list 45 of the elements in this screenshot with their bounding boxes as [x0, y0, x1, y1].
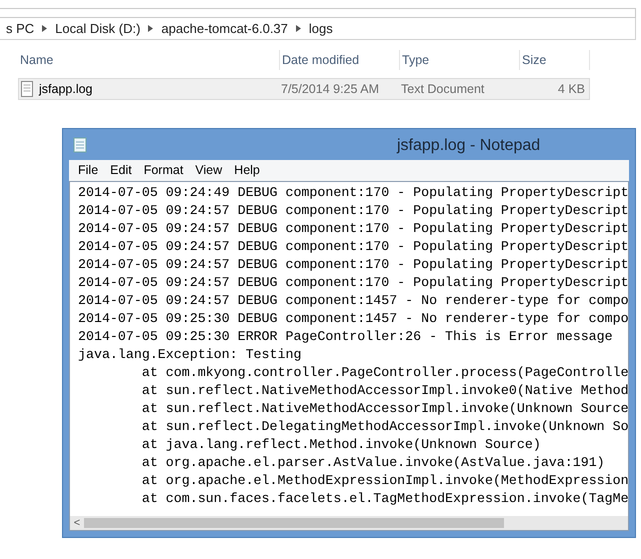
- log-line: 2014-07-05 09:24:57 DEBUG component:170 - Populating PropertyDescript: [78, 238, 628, 256]
- table-cell-text: Text Document: [401, 80, 486, 98]
- log-line: at com.mkyong.controller.PageController.process(PageControlle: [140, 364, 628, 382]
- log-line: at sun.reflect.NativeMethodAccessorImpl.invoke0(Native Method: [140, 382, 628, 400]
- file-name: jsfapp.log: [39, 80, 93, 98]
- log-line: java.lang.Exception: Testing: [78, 346, 302, 364]
- table-cell-text: 7/5/2014 9:25 AM: [281, 80, 380, 98]
- breadcrumb-item[interactable]: logs: [308, 18, 333, 38]
- log-line: at org.apache.el.MethodExpressionImpl.invoke(MethodExpression: [140, 472, 628, 490]
- column-header[interactable]: Name: [18, 50, 280, 70]
- log-line: 2014-07-05 09:24:57 DEBUG component:170 - Populating PropertyDescript: [78, 202, 628, 220]
- scrollbar-thumb[interactable]: [84, 518, 504, 528]
- breadcrumb-item[interactable]: Local Disk (D:): [55, 18, 140, 38]
- log-line: 2014-07-05 09:25:30 ERROR PageController:26 - This is Error message: [78, 328, 614, 346]
- menu-item[interactable]: Help: [229, 161, 265, 180]
- log-line: 2014-07-05 09:24:57 DEBUG component:1457 - No renderer-type for compo: [78, 292, 628, 310]
- scroll-left-button[interactable]: <: [70, 514, 84, 530]
- breadcrumb-item[interactable]: s PC: [6, 18, 34, 38]
- column-header[interactable]: Date modified: [280, 50, 400, 70]
- notepad-icon: [73, 137, 87, 153]
- menu-item[interactable]: Edit: [105, 161, 137, 180]
- log-line: 2014-07-05 09:24:49 DEBUG component:170 - Populating PropertyDescript: [78, 184, 628, 202]
- log-line: 2014-07-05 09:24:57 DEBUG component:170 - Populating PropertyDescript: [78, 220, 628, 238]
- log-line: at sun.reflect.DelegatingMethodAccessorImpl.invoke(Unknown So: [140, 418, 628, 436]
- chevron-icon: [42, 25, 48, 32]
- menu-item[interactable]: Format: [138, 161, 188, 180]
- log-line: at com.sun.faces.facelets.el.TagMethodExpression.invoke(TagMe: [140, 490, 628, 508]
- log-line: 2014-07-05 09:24:57 DEBUG component:170 - Populating PropertyDescript: [78, 274, 628, 292]
- window-title: jsfapp.log - Notepad: [397, 136, 540, 156]
- document-icon: [21, 81, 33, 97]
- log-line: at java.lang.reflect.Method.invoke(Unknown Source): [140, 436, 542, 454]
- horizontal-scrollbar[interactable]: <: [70, 516, 628, 530]
- breadcrumb-item[interactable]: apache-tomcat-6.0.37: [161, 18, 288, 38]
- column-header[interactable]: Size: [520, 50, 590, 70]
- menu-item[interactable]: File: [73, 161, 104, 180]
- log-line: at org.apache.el.parser.AstValue.invoke(AstValue.java:191): [140, 454, 606, 472]
- chevron-icon: [296, 25, 301, 32]
- file-row[interactable]: jsfapp.log 7/5/2014 9:25 AM Text Document 4 KB: [18, 78, 590, 100]
- log-line: 2014-07-05 09:25:30 DEBUG component:1457 - No renderer-type for compo: [78, 310, 628, 328]
- log-line: at sun.reflect.NativeMethodAccessorImpl.invoke(Unknown Source: [140, 400, 628, 418]
- menu-item[interactable]: View: [190, 161, 228, 180]
- log-line: 2014-07-05 09:24:57 DEBUG component:170 - Populating PropertyDescript: [78, 256, 628, 274]
- table-cell-text: 4 KB: [556, 80, 586, 98]
- chevron-icon: [148, 25, 154, 32]
- column-header[interactable]: Type: [400, 50, 520, 70]
